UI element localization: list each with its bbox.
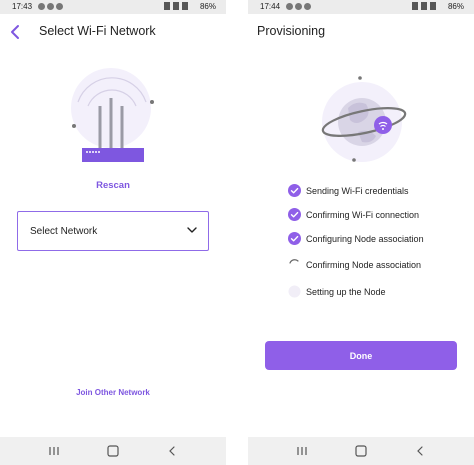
- status-bar: 17:44 86%: [248, 0, 474, 14]
- signal-icons: [164, 2, 188, 10]
- signal-icons: [412, 2, 436, 10]
- step-item: Sending Wi-Fi credentials: [288, 184, 468, 198]
- join-other-network-link[interactable]: Join Other Network: [0, 388, 226, 397]
- chevron-down-icon: [187, 227, 197, 233]
- header: Select Wi-Fi Network: [0, 14, 226, 50]
- step-label: Setting up the Node: [306, 287, 386, 297]
- system-nav-bar: [0, 437, 226, 465]
- check-circle-icon: [288, 184, 301, 197]
- home-icon[interactable]: [106, 444, 120, 458]
- step-item: Confirming Node association: [288, 258, 468, 272]
- step-label: Configuring Node association: [306, 234, 424, 244]
- network-select[interactable]: Select Network: [17, 211, 209, 251]
- step-item: Configuring Node association: [288, 232, 468, 246]
- notification-icons: [286, 3, 311, 10]
- battery-level: 86%: [199, 2, 216, 11]
- recent-apps-icon[interactable]: [295, 444, 309, 458]
- page-title: Provisioning: [257, 24, 326, 38]
- recent-apps-icon[interactable]: [47, 444, 61, 458]
- check-circle-icon: [288, 208, 301, 221]
- pending-circle-icon: [288, 285, 301, 298]
- battery-level: 86%: [447, 2, 464, 11]
- back-icon[interactable]: [165, 444, 179, 458]
- system-nav-bar: [248, 437, 474, 465]
- status-time: 17:43: [12, 2, 33, 11]
- select-wifi-screen: 17:43 86% Select Wi-Fi Network Rescan Se…: [0, 0, 226, 465]
- home-icon[interactable]: [354, 444, 368, 458]
- step-item: Confirming Wi-Fi connection: [288, 208, 468, 222]
- page-title: Select Wi-Fi Network: [39, 24, 156, 38]
- check-circle-icon: [288, 232, 301, 245]
- rescan-link[interactable]: Rescan: [0, 180, 226, 191]
- back-icon[interactable]: [413, 444, 427, 458]
- step-label: Confirming Node association: [306, 260, 422, 270]
- provisioning-screen: 17:44 86% Provisioning Sending Wi-Fi cre…: [248, 0, 474, 465]
- network-select-value: Select Network: [30, 226, 98, 237]
- router-illustration: [71, 68, 154, 162]
- notification-icons: [38, 3, 63, 10]
- header: Provisioning: [248, 14, 474, 50]
- spinner-icon: [289, 259, 299, 264]
- status-bar: 17:43 86%: [0, 0, 226, 14]
- step-item: Setting up the Node: [288, 285, 468, 299]
- done-button[interactable]: Done: [265, 341, 457, 370]
- status-time: 17:44: [260, 2, 281, 11]
- step-label: Sending Wi-Fi credentials: [306, 186, 409, 196]
- globe-illustration: [321, 76, 407, 162]
- step-label: Confirming Wi-Fi connection: [306, 210, 420, 220]
- chevron-left-icon[interactable]: [6, 22, 26, 42]
